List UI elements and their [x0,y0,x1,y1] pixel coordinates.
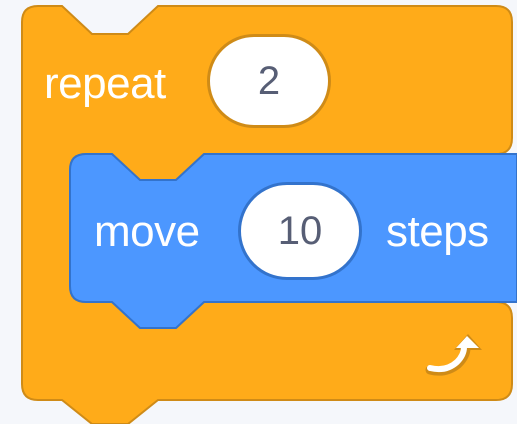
script-canvas: repeat 2 move 10 steps [0,0,517,424]
move-steps-value: 10 [277,209,323,253]
steps-label: steps [386,207,489,256]
move-steps-input[interactable]: 10 [238,182,362,280]
repeat-count-input[interactable]: 2 [207,34,331,128]
move-label: move [94,207,200,256]
repeat-label: repeat [44,59,166,108]
loop-arrow-icon [425,334,482,376]
repeat-count-value: 2 [257,59,281,103]
